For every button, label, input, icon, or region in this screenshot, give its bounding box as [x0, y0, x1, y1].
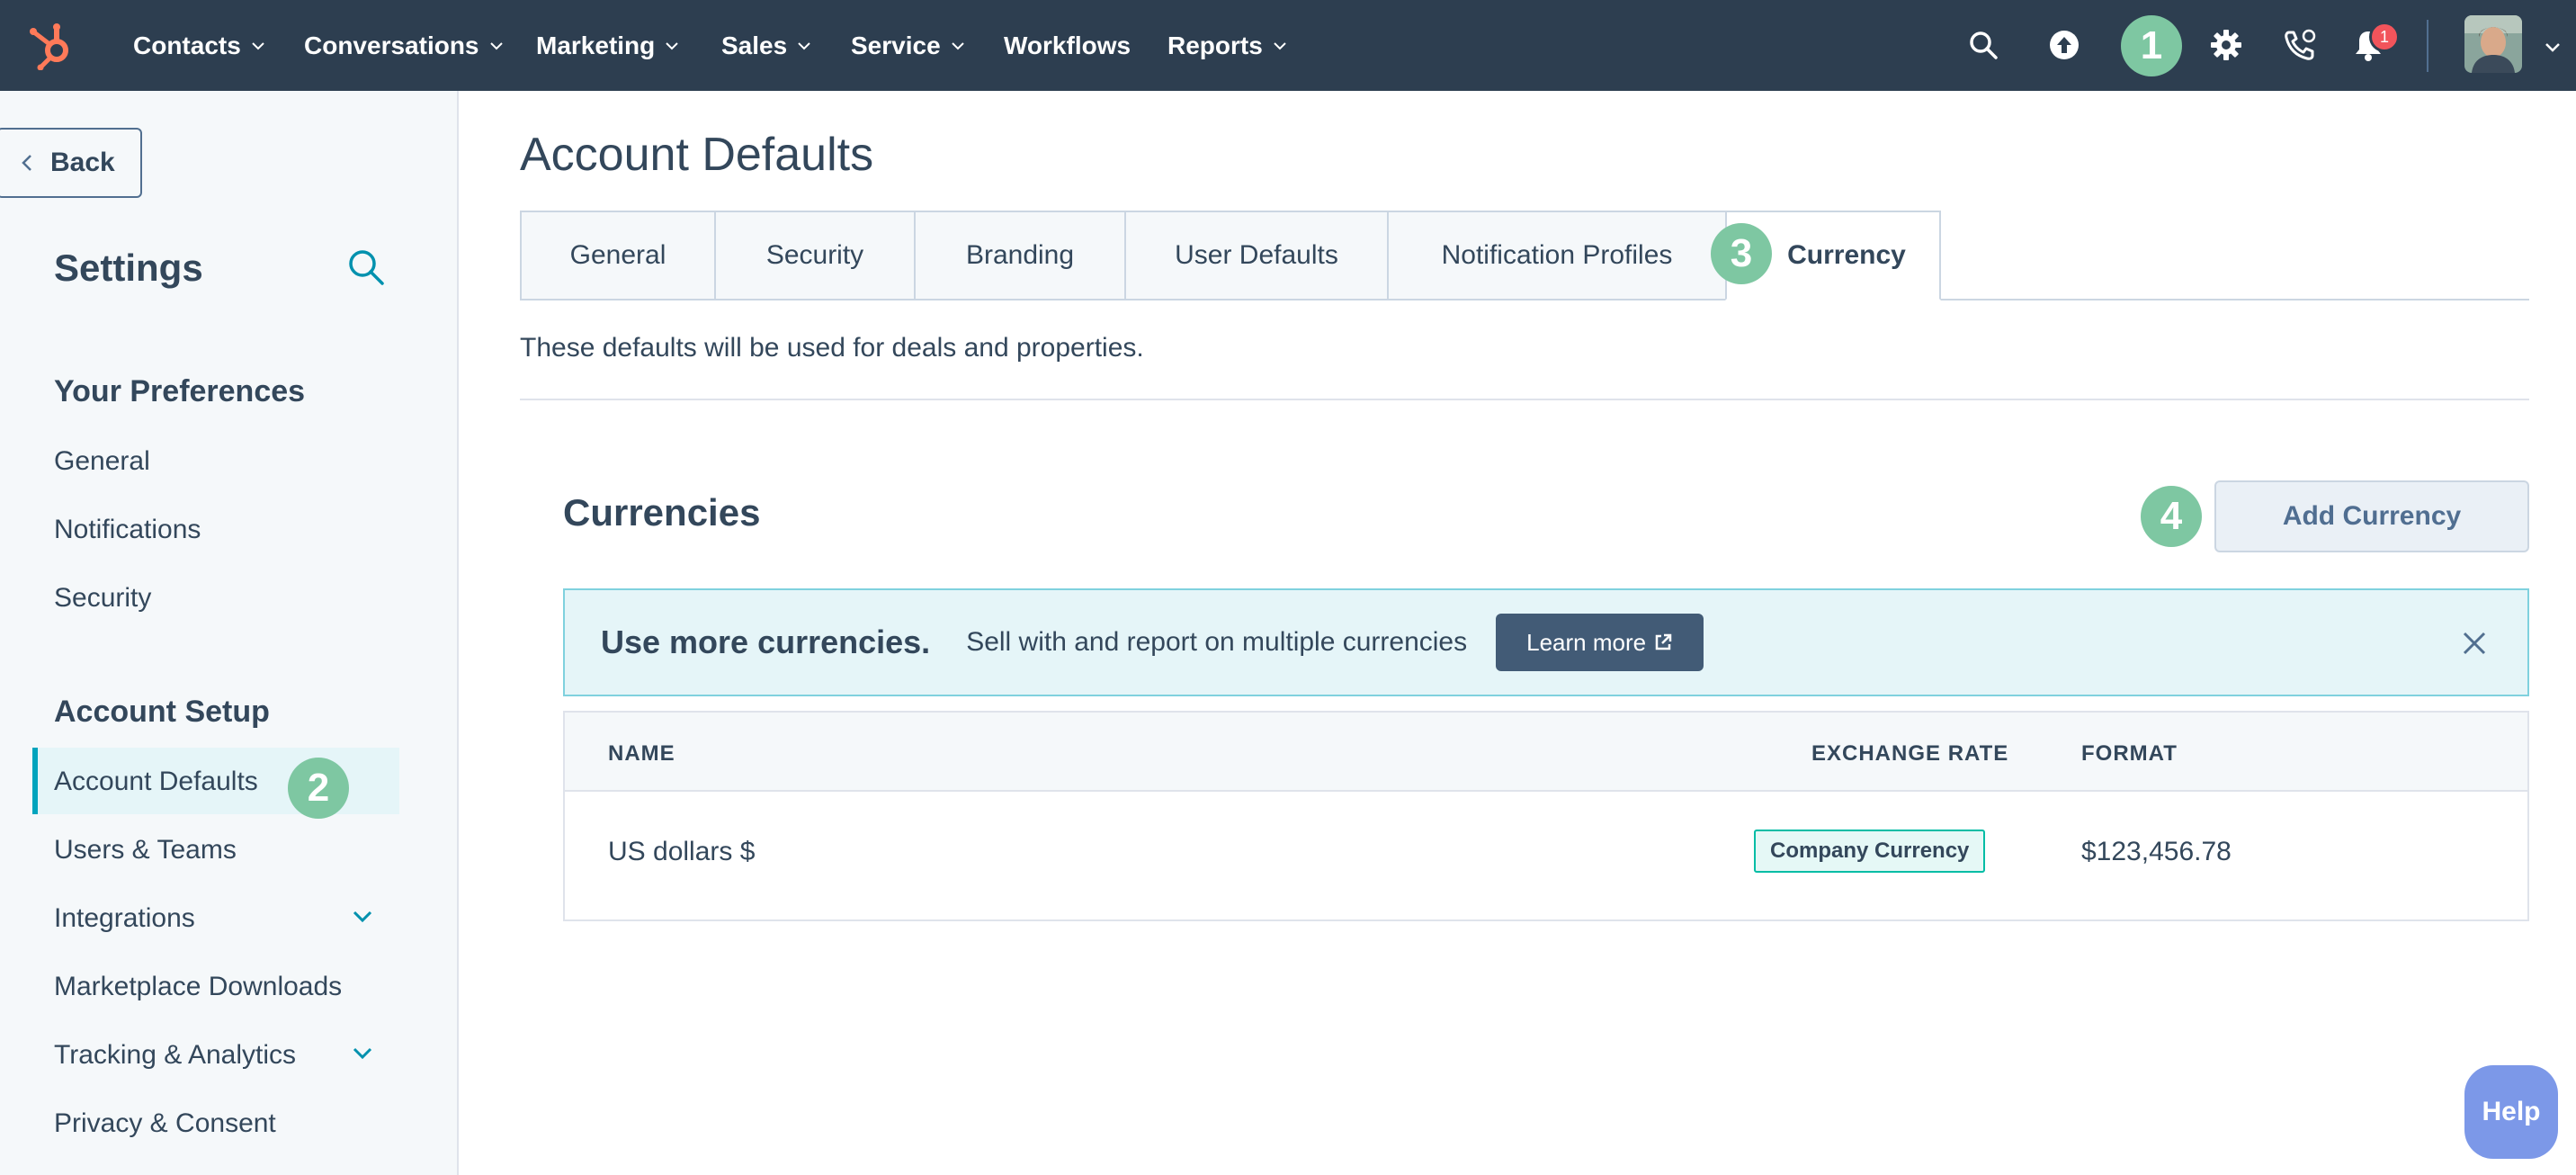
- nav-marketing[interactable]: Marketing: [536, 0, 680, 91]
- sidebar-item-integrations[interactable]: Integrations: [54, 903, 195, 934]
- chevron-down-icon: [252, 41, 264, 49]
- user-avatar[interactable]: [2464, 15, 2522, 73]
- nav-workflows[interactable]: Workflows: [1004, 0, 1131, 91]
- nav-reports-label: Reports: [1167, 31, 1263, 59]
- search-icon[interactable]: [345, 247, 387, 288]
- step-marker-4: 4: [2141, 486, 2202, 547]
- learn-more-button[interactable]: Learn more: [1496, 614, 1704, 671]
- learn-more-label: Learn more: [1526, 628, 1647, 656]
- tab-branding[interactable]: Branding: [914, 211, 1124, 300]
- chevron-down-icon[interactable]: [347, 901, 378, 932]
- nav-service-label: Service: [851, 31, 941, 59]
- nav-marketing-label: Marketing: [536, 31, 656, 59]
- sidebar-item-users-teams[interactable]: Users & Teams: [54, 835, 237, 866]
- top-navigation: Contacts Conversations Marketing Sales S…: [0, 0, 2576, 91]
- chevron-down-icon: [489, 41, 503, 49]
- chevron-left-icon: [22, 155, 31, 171]
- nav-divider: [2427, 20, 2428, 72]
- chevron-down-icon: [666, 41, 678, 49]
- page-title: Account Defaults: [520, 129, 874, 181]
- chevron-down-icon[interactable]: [2544, 38, 2562, 56]
- column-header-format[interactable]: FORMAT: [2081, 741, 2178, 767]
- sidebar-item-notifications[interactable]: Notifications: [54, 515, 201, 545]
- step-marker-2: 2: [288, 758, 349, 819]
- close-icon[interactable]: [2461, 630, 2488, 657]
- back-button[interactable]: Back: [0, 128, 142, 198]
- currency-upsell-banner: Use more currencies. Sell with and repor…: [563, 588, 2529, 696]
- nav-service[interactable]: Service: [851, 0, 966, 91]
- nav-conversations[interactable]: Conversations: [304, 0, 505, 91]
- help-button[interactable]: Help: [2464, 1065, 2558, 1159]
- currency-name: US dollars $: [608, 837, 756, 866]
- sidebar-item-security[interactable]: Security: [54, 583, 151, 614]
- nav-contacts[interactable]: Contacts: [133, 0, 266, 91]
- divider: [520, 399, 2529, 400]
- company-currency-tag: Company Currency: [1754, 830, 1986, 873]
- section-your-preferences: Your Preferences: [54, 374, 306, 408]
- notification-count-badge: 1: [2369, 22, 2400, 52]
- calling-icon[interactable]: [2279, 24, 2321, 66]
- step-marker-1: 1: [2121, 15, 2182, 76]
- tabs-underline: [1941, 299, 2529, 300]
- banner-title: Use more currencies.: [601, 623, 931, 660]
- column-header-exchange-rate[interactable]: EXCHANGE RATE: [1811, 741, 2008, 767]
- banner-text: Sell with and report on multiple currenc…: [966, 627, 1468, 657]
- add-currency-button[interactable]: Add Currency: [2214, 480, 2529, 552]
- nav-sales-label: Sales: [721, 31, 788, 59]
- sidebar-item-marketplace-downloads[interactable]: Marketplace Downloads: [54, 972, 342, 1002]
- step-marker-3: 3: [1711, 223, 1772, 284]
- tab-general[interactable]: General: [520, 211, 714, 300]
- chevron-down-icon: [798, 41, 810, 49]
- nav-reports[interactable]: Reports: [1167, 0, 1288, 91]
- chevron-down-icon: [951, 41, 964, 49]
- back-button-label: Back: [50, 148, 115, 177]
- tab-security[interactable]: Security: [714, 211, 914, 300]
- column-header-name[interactable]: NAME: [608, 741, 675, 767]
- settings-title: Settings: [54, 247, 203, 289]
- nav-conversations-label: Conversations: [304, 31, 479, 59]
- nav-contacts-label: Contacts: [133, 31, 241, 59]
- page-description: These defaults will be used for deals an…: [520, 333, 1144, 363]
- upgrade-icon[interactable]: [2044, 24, 2085, 66]
- hubspot-logo-icon[interactable]: [27, 22, 76, 71]
- settings-icon[interactable]: [2205, 24, 2247, 66]
- table-header: NAME EXCHANGE RATE FORMAT: [565, 713, 2527, 792]
- currency-format: $123,456.78: [2081, 837, 2232, 866]
- chevron-down-icon[interactable]: [347, 1038, 378, 1069]
- sidebar-item-account-defaults[interactable]: Account Defaults: [54, 767, 258, 797]
- search-icon[interactable]: [1963, 24, 2004, 66]
- section-account-setup: Account Setup: [54, 695, 270, 729]
- sidebar-item-privacy-consent[interactable]: Privacy & Consent: [54, 1108, 276, 1139]
- currencies-table: NAME EXCHANGE RATE FORMAT US dollars $ C…: [563, 711, 2529, 921]
- sidebar-item-general[interactable]: General: [54, 446, 150, 477]
- chevron-down-icon: [1274, 41, 1286, 49]
- nav-workflows-label: Workflows: [1004, 31, 1131, 59]
- external-link-icon: [1655, 633, 1672, 650]
- tab-notification-profiles[interactable]: Notification Profiles: [1387, 211, 1725, 300]
- nav-sales[interactable]: Sales: [721, 0, 812, 91]
- sidebar-item-tracking-analytics[interactable]: Tracking & Analytics: [54, 1040, 296, 1071]
- currencies-title: Currencies: [563, 491, 761, 534]
- tab-user-defaults[interactable]: User Defaults: [1124, 211, 1387, 300]
